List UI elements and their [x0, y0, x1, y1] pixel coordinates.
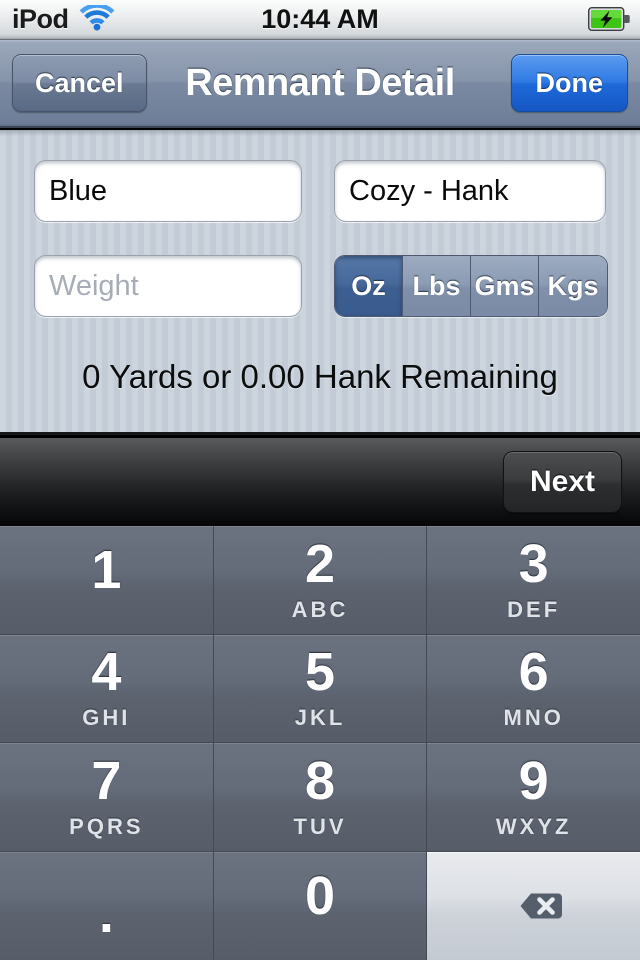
battery-charging-icon [587, 6, 630, 32]
key-letters: PQRS [69, 813, 144, 839]
key-0[interactable]: 0 [213, 851, 428, 960]
form-row-color-yarn: Blue Cozy - Hank [0, 160, 640, 222]
weight-input[interactable]: Weight [34, 255, 302, 317]
key-5[interactable]: 5 JKL [213, 634, 428, 743]
key-digit: 1 [91, 539, 122, 600]
status-bar: iPod 10:44 AM [0, 0, 640, 40]
key-6[interactable]: 6 MNO [427, 634, 640, 743]
key-digit: 7 [91, 750, 122, 811]
key-digit: . [98, 883, 114, 944]
done-button-label: Done [535, 67, 604, 98]
key-7[interactable]: 7 PQRS [0, 743, 214, 852]
color-input[interactable]: Blue [34, 160, 302, 222]
key-digit: 8 [304, 750, 336, 811]
done-button[interactable]: Done [510, 54, 628, 112]
form-content-area: Blue Cozy - Hank Weight Oz Lbs Gms Kgs 0… [0, 130, 640, 435]
key-8[interactable]: 8 TUV [213, 743, 428, 852]
key-letters: TUV [293, 813, 347, 839]
next-button[interactable]: Next [502, 451, 622, 513]
key-9[interactable]: 9 WXYZ [427, 743, 640, 852]
key-3[interactable]: 3 DEF [427, 526, 640, 635]
numeric-keypad: 1 2 ABC 3 DEF 4 GHI 5 JKL 6 MNO 7 PQRS 8… [0, 526, 640, 960]
key-digit: 5 [304, 642, 336, 703]
delete-backspace-icon [498, 881, 570, 931]
key-letters: MNO [503, 705, 564, 731]
segment-oz[interactable]: Oz [335, 256, 403, 316]
keypad-row: 4 GHI 5 JKL 6 MNO [0, 634, 640, 743]
key-1[interactable]: 1 [0, 526, 214, 635]
key-digit: 6 [518, 642, 549, 703]
key-digit: 3 [518, 533, 549, 594]
yarn-input[interactable]: Cozy - Hank [334, 160, 606, 222]
remaining-summary-label: 0 Yards or 0.00 Hank Remaining [82, 358, 558, 395]
key-letters: DEF [507, 596, 561, 622]
key-period[interactable]: . [0, 851, 214, 960]
key-delete[interactable] [427, 851, 640, 960]
key-letters: GHI [82, 705, 131, 731]
key-digit: 9 [518, 750, 549, 811]
form-row-weight-units: Weight Oz Lbs Gms Kgs [0, 255, 640, 317]
cancel-button[interactable]: Cancel [12, 54, 147, 112]
key-digit: 4 [91, 642, 122, 703]
next-button-label: Next [529, 465, 595, 498]
keypad-row: 7 PQRS 8 TUV 9 WXYZ [0, 743, 640, 852]
key-letters: WXYZ [495, 813, 572, 839]
key-2[interactable]: 2 ABC [213, 526, 428, 635]
keyboard-accessory-toolbar: Next [0, 438, 640, 526]
key-4[interactable]: 4 GHI [0, 634, 214, 743]
key-letters: ABC [291, 596, 349, 622]
keypad-row: 1 2 ABC 3 DEF [0, 526, 640, 635]
segment-kgs[interactable]: Kgs [539, 256, 607, 316]
iphone-screen: iPod 10:44 AM Cancel Remnant Detail Done… [0, 0, 640, 960]
key-digit: 2 [304, 533, 336, 594]
cancel-button-label: Cancel [35, 67, 124, 98]
clock-label: 10:44 AM [261, 4, 379, 34]
navigation-bar: Cancel Remnant Detail Done [0, 40, 640, 128]
unit-segmented-control[interactable]: Oz Lbs Gms Kgs [334, 255, 608, 317]
segment-lbs[interactable]: Lbs [403, 256, 471, 316]
key-digit: 0 [304, 865, 336, 926]
segment-gms[interactable]: Gms [471, 256, 539, 316]
keypad-row: . 0 [0, 851, 640, 960]
key-letters: JKL [294, 705, 346, 731]
